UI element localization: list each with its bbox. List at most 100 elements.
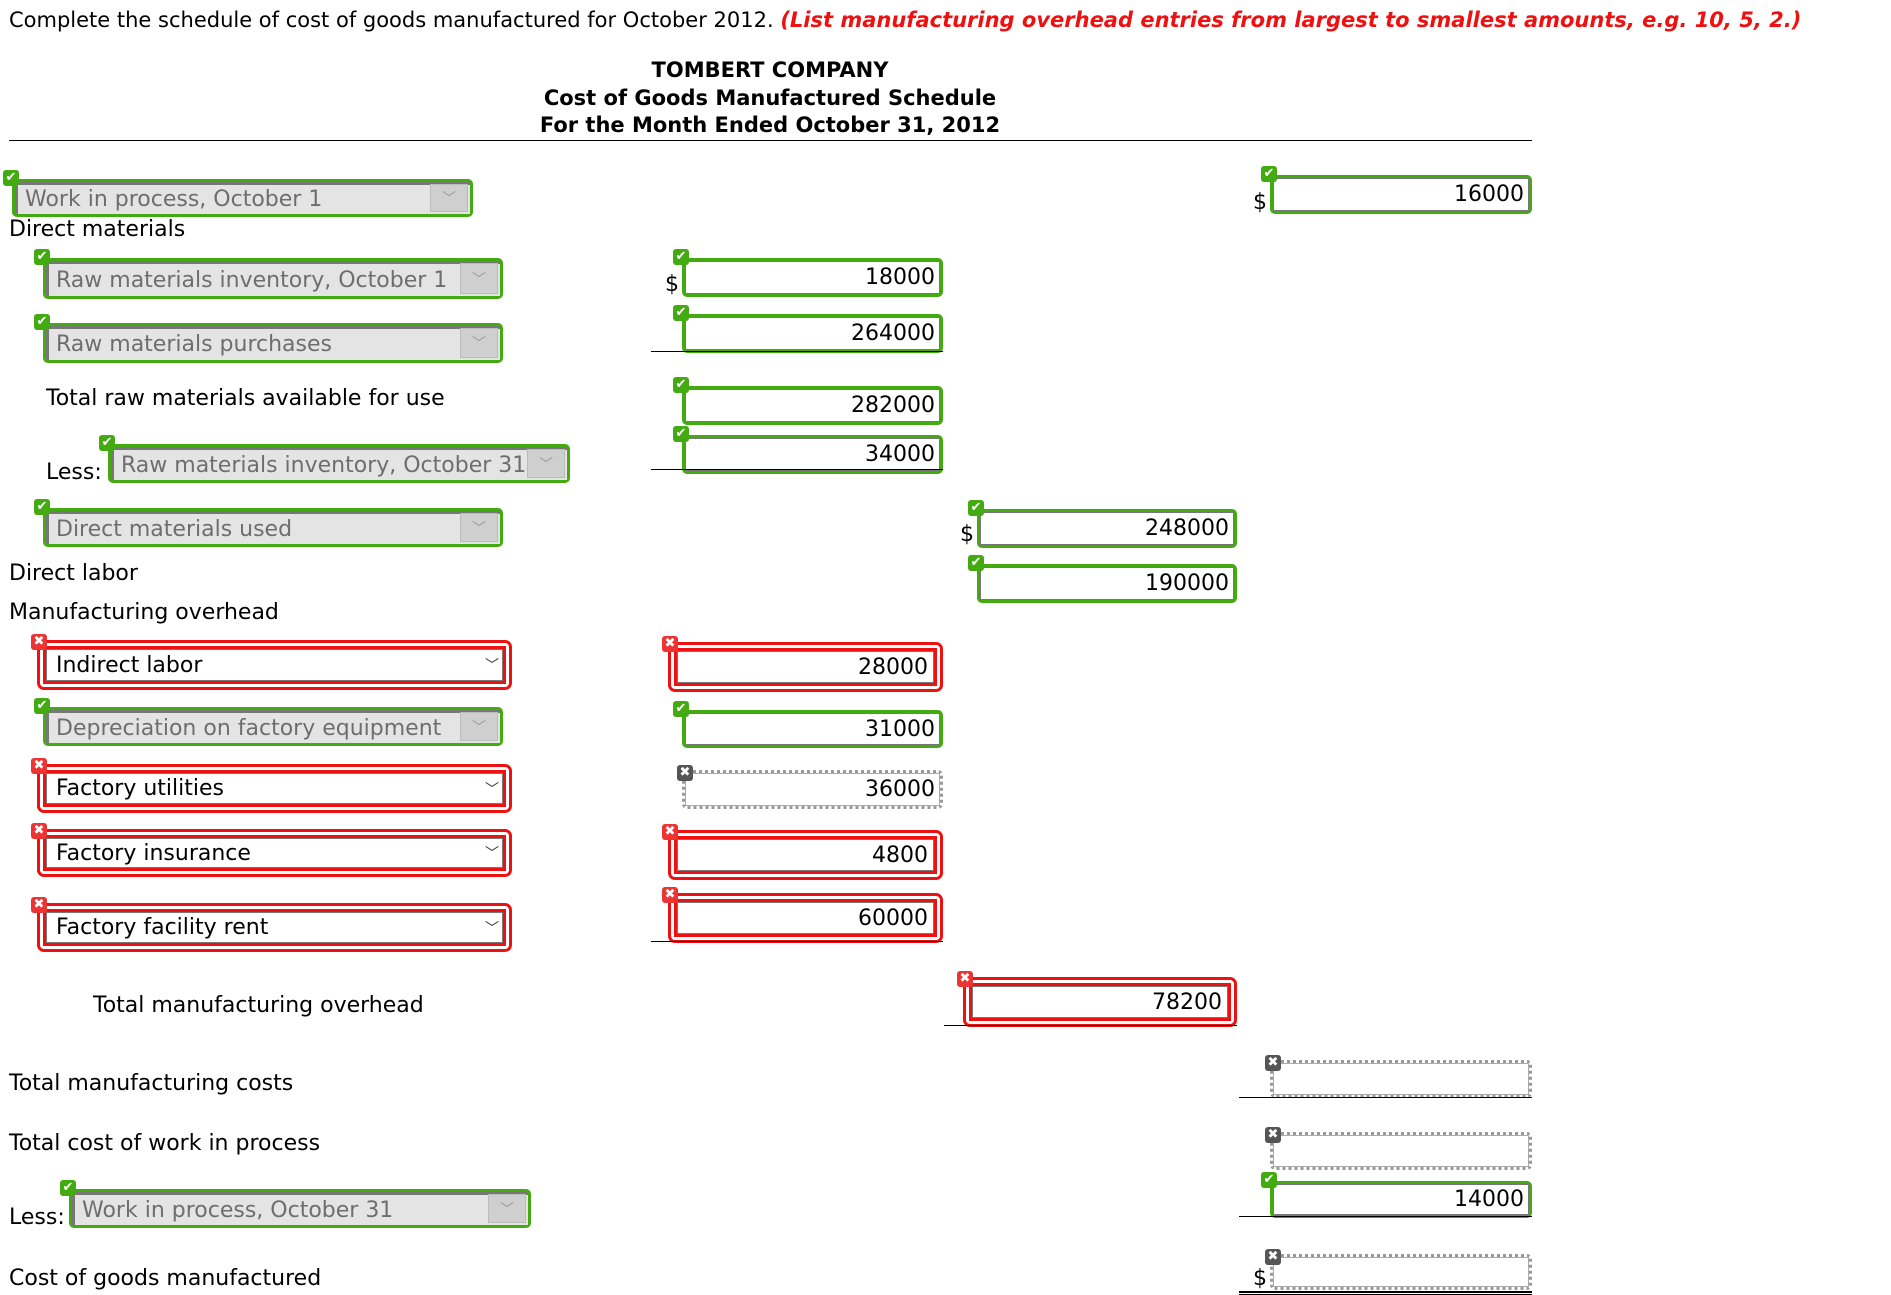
chevron-down-icon: ﹀ bbox=[485, 781, 499, 798]
instruction-text: Complete the schedule of cost of goods m… bbox=[9, 8, 774, 32]
rm-inv-oct1-amount[interactable]: ✔ 18000 bbox=[673, 249, 943, 297]
chevron-down-icon: ﹀ bbox=[485, 658, 499, 674]
total-mfg-overhead-label: Total manufacturing overhead bbox=[93, 993, 424, 1018]
currency-sign: $ bbox=[960, 522, 974, 547]
overhead-item-1-amount[interactable]: ✖ 28000 bbox=[662, 636, 943, 692]
overhead-item-4-amount[interactable]: ✖ 4800 bbox=[662, 824, 943, 880]
correct-check-icon: ✔ bbox=[968, 555, 984, 571]
correct-check-icon: ✔ bbox=[3, 170, 19, 186]
incorrect-x-icon: ✖ bbox=[31, 758, 47, 774]
subtotal-rule bbox=[651, 351, 943, 352]
total-mfg-costs-amount[interactable]: ✖ bbox=[1265, 1055, 1532, 1098]
subtotal-rule bbox=[651, 469, 943, 470]
dm-used-dropdown[interactable]: ✔ Direct materials used ﹀ bbox=[34, 499, 503, 547]
chevron-down-icon: ﹀ bbox=[488, 1194, 526, 1223]
correct-check-icon: ✔ bbox=[673, 305, 689, 321]
dropdown-value: Raw materials inventory, October 31 bbox=[121, 452, 527, 478]
unanswered-x-icon: ✖ bbox=[677, 765, 693, 781]
dropdown-value: Factory utilities bbox=[56, 776, 224, 801]
cogm-label: Cost of goods manufactured bbox=[9, 1266, 322, 1291]
correct-check-icon: ✔ bbox=[673, 249, 689, 265]
incorrect-x-icon: ✖ bbox=[662, 887, 678, 903]
instructions: Complete the schedule of cost of goods m… bbox=[9, 8, 1801, 32]
correct-check-icon: ✔ bbox=[34, 698, 50, 714]
dropdown-value: Raw materials inventory, October 1 bbox=[56, 267, 448, 293]
total-cost-wip-label: Total cost of work in process bbox=[9, 1131, 321, 1156]
incorrect-x-icon: ✖ bbox=[957, 971, 973, 987]
correct-check-icon: ✔ bbox=[34, 499, 50, 515]
chevron-down-icon: ﹀ bbox=[485, 846, 499, 862]
double-underline bbox=[1239, 1291, 1532, 1293]
total-mfg-overhead-amount[interactable]: ✖ 78200 bbox=[957, 971, 1237, 1027]
wip-oct31-dropdown[interactable]: ✔ Work in process, October 31 ﹀ bbox=[60, 1180, 531, 1228]
wip-oct31-amount[interactable]: ✔ 14000 bbox=[1261, 1172, 1532, 1218]
header-divider bbox=[9, 140, 1532, 141]
chevron-down-icon: ﹀ bbox=[485, 920, 499, 937]
incorrect-x-icon: ✖ bbox=[662, 824, 678, 840]
subtotal-rule bbox=[651, 941, 943, 942]
dm-used-amount[interactable]: ✔ 248000 bbox=[968, 500, 1237, 548]
correct-check-icon: ✔ bbox=[34, 249, 50, 265]
dropdown-value: Factory facility rent bbox=[56, 915, 269, 940]
overhead-item-2-dropdown[interactable]: ✔ Depreciation on factory equipment ﹀ bbox=[34, 698, 503, 746]
incorrect-x-icon: ✖ bbox=[31, 823, 47, 839]
correct-check-icon: ✔ bbox=[968, 500, 984, 516]
subtotal-rule bbox=[944, 1025, 1237, 1026]
overhead-item-4-dropdown[interactable]: ✖ Factory insurance ﹀ bbox=[31, 823, 512, 877]
correct-check-icon: ✔ bbox=[1261, 166, 1277, 182]
rm-inv-oct31-dropdown[interactable]: ✔ Raw materials inventory, October 31 ﹀ bbox=[99, 435, 570, 483]
wip-oct1-amount[interactable]: ✔ 16000 bbox=[1261, 166, 1532, 214]
statement-period: For the Month Ended October 31, 2012 bbox=[539, 113, 1001, 137]
unanswered-x-icon: ✖ bbox=[1265, 1055, 1281, 1071]
chevron-down-icon: ﹀ bbox=[460, 328, 498, 358]
correct-check-icon: ✔ bbox=[34, 314, 50, 330]
direct-labor-label: Direct labor bbox=[9, 561, 138, 586]
incorrect-x-icon: ✖ bbox=[662, 636, 678, 652]
overhead-item-5-amount[interactable]: ✖ 60000 bbox=[662, 887, 943, 943]
dropdown-value: Raw materials purchases bbox=[56, 332, 332, 357]
wip-oct1-dropdown[interactable]: ✔ Work in process, October 1 ﹀ bbox=[3, 170, 473, 217]
direct-labor-amount[interactable]: ✔ 190000 bbox=[968, 555, 1237, 603]
rm-purchases-amount[interactable]: ✔ 264000 bbox=[673, 305, 943, 353]
overhead-item-3-amount[interactable]: ✖ 36000 bbox=[677, 765, 943, 809]
direct-materials-label: Direct materials bbox=[9, 217, 186, 242]
currency-sign: $ bbox=[1253, 1266, 1267, 1291]
chevron-down-icon: ﹀ bbox=[527, 449, 565, 478]
cogm-amount[interactable]: ✖ bbox=[1265, 1249, 1532, 1290]
total-mfg-costs-label: Total manufacturing costs bbox=[9, 1071, 294, 1096]
subtotal-rule bbox=[1239, 1216, 1532, 1217]
chevron-down-icon: ﹀ bbox=[460, 712, 498, 741]
rm-purchases-dropdown[interactable]: ✔ Raw materials purchases ﹀ bbox=[34, 314, 503, 363]
correct-check-icon: ✔ bbox=[60, 1180, 76, 1196]
unanswered-x-icon: ✖ bbox=[1265, 1127, 1281, 1143]
instruction-note: (List manufacturing overhead entries fro… bbox=[780, 8, 1802, 32]
dropdown-value: Work in process, October 1 bbox=[25, 187, 323, 212]
rm-inv-oct1-dropdown[interactable]: ✔ Raw materials inventory, October 1 ﹀ bbox=[34, 249, 503, 299]
correct-check-icon: ✔ bbox=[99, 435, 115, 451]
overhead-item-5-dropdown[interactable]: ✖ Factory facility rent ﹀ bbox=[31, 897, 512, 952]
correct-check-icon: ✔ bbox=[673, 701, 689, 717]
overhead-item-2-amount[interactable]: ✔ 31000 bbox=[673, 701, 943, 748]
overhead-item-3-dropdown[interactable]: ✖ Factory utilities ﹀ bbox=[31, 758, 512, 813]
chevron-down-icon: ﹀ bbox=[460, 263, 498, 294]
correct-check-icon: ✔ bbox=[673, 377, 689, 393]
correct-check-icon: ✔ bbox=[673, 426, 689, 442]
correct-check-icon: ✔ bbox=[1261, 1172, 1277, 1188]
total-raw-available-amount[interactable]: ✔ 282000 bbox=[673, 377, 943, 425]
incorrect-x-icon: ✖ bbox=[31, 897, 47, 913]
dropdown-value: Indirect labor bbox=[56, 652, 203, 678]
statement-title: Cost of Goods Manufactured Schedule bbox=[543, 86, 997, 110]
dropdown-value: Work in process, October 31 bbox=[82, 1197, 394, 1223]
total-cost-wip-amount[interactable]: ✖ bbox=[1265, 1127, 1532, 1170]
overhead-item-1-dropdown[interactable]: ✖ Indirect labor ﹀ bbox=[31, 634, 512, 690]
unanswered-x-icon: ✖ bbox=[1265, 1249, 1281, 1265]
incorrect-x-icon: ✖ bbox=[31, 634, 47, 650]
currency-sign: $ bbox=[665, 272, 679, 297]
dropdown-value: Factory insurance bbox=[56, 840, 251, 866]
dropdown-value: Direct materials used bbox=[56, 516, 293, 542]
company-name: TOMBERT COMPANY bbox=[651, 58, 889, 82]
chevron-down-icon: ﹀ bbox=[460, 513, 498, 542]
manufacturing-overhead-label: Manufacturing overhead bbox=[9, 600, 279, 625]
currency-sign: $ bbox=[1253, 190, 1267, 215]
less-label: Less: bbox=[46, 460, 102, 485]
